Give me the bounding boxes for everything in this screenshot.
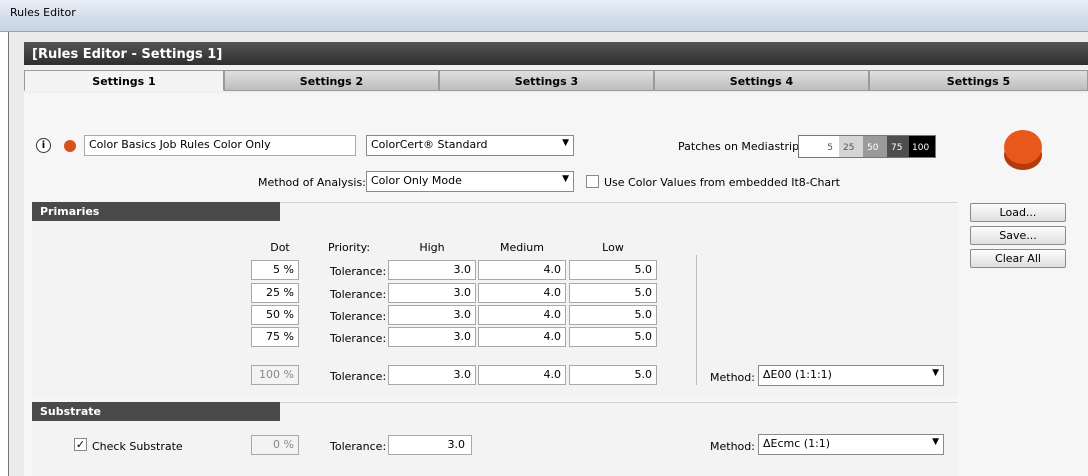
patch-100: 100 (909, 136, 935, 157)
save-button[interactable]: Save... (970, 226, 1066, 245)
dot-field[interactable]: 75 % (251, 327, 299, 347)
low-field[interactable]: 5.0 (569, 305, 657, 325)
tolerance-label: Tolerance: (330, 310, 387, 323)
primaries-method-select[interactable]: ΔE00 (1:1:1) ▼ (758, 365, 944, 386)
dot-field[interactable]: 5 % (251, 260, 299, 280)
patches-label: Patches on Mediastrip: (678, 140, 803, 153)
high-header: High (419, 241, 445, 254)
standard-select[interactable]: ColorCert® Standard ▼ (366, 135, 574, 156)
embedded-checkbox[interactable] (586, 175, 599, 188)
low-field[interactable]: 5.0 (569, 365, 657, 385)
low-field[interactable]: 5.0 (569, 283, 657, 303)
tab-settings-3[interactable]: Settings 3 (439, 70, 654, 91)
mediastrip: 5 25 50 75 100 (798, 135, 936, 158)
method-analysis-select[interactable]: Color Only Mode ▼ (366, 171, 574, 192)
tab-bar: Settings 1 Settings 2 Settings 3 Setting… (24, 65, 1088, 93)
low-field[interactable]: 5.0 (569, 260, 657, 280)
dot-field[interactable]: 50 % (251, 305, 299, 325)
substrate-title: Substrate (32, 402, 280, 421)
substrate-dot-field: 0 % (251, 435, 299, 455)
substrate-method-value: ΔEcmc (1:1) (763, 437, 831, 450)
chevron-down-icon: ▼ (562, 138, 569, 148)
high-field[interactable]: 3.0 (388, 305, 476, 325)
tolerance-label: Tolerance: (330, 440, 387, 453)
high-field[interactable]: 3.0 (388, 283, 476, 303)
info-icon[interactable]: i (36, 138, 51, 153)
medium-field[interactable]: 4.0 (478, 327, 566, 347)
standard-value: ColorCert® Standard (371, 138, 488, 151)
tab-settings-2[interactable]: Settings 2 (224, 70, 439, 91)
chevron-down-icon: ▼ (562, 174, 569, 184)
substrate-method-label: Method: (710, 440, 755, 453)
primaries-title: Primaries (32, 202, 280, 221)
clear-all-button[interactable]: Clear All (970, 249, 1066, 268)
job-name-field[interactable]: Color Basics Job Rules Color Only (84, 135, 356, 156)
chevron-down-icon: ▼ (932, 437, 939, 447)
os-title: Rules Editor (10, 6, 76, 19)
medium-field[interactable]: 4.0 (478, 283, 566, 303)
patch-75: 75 (887, 136, 909, 157)
medium-field[interactable]: 4.0 (478, 260, 566, 280)
dot-header: Dot (270, 241, 290, 254)
high-field[interactable]: 3.0 (388, 260, 476, 280)
low-header: Low (602, 241, 624, 254)
check-substrate-label: Check Substrate (92, 440, 183, 453)
medium-field[interactable]: 4.0 (478, 305, 566, 325)
method-analysis-value: Color Only Mode (371, 174, 462, 187)
tolerance-label: Tolerance: (330, 265, 387, 278)
dot-field[interactable]: 25 % (251, 283, 299, 303)
substrate-method-select[interactable]: ΔEcmc (1:1) ▼ (758, 434, 944, 455)
primaries-method-label: Method: (710, 371, 755, 384)
patch-5: 5 (799, 136, 839, 157)
tab-settings-1[interactable]: Settings 1 (24, 70, 224, 91)
editor-header: [Rules Editor - Settings 1] (24, 42, 1088, 65)
divider (696, 255, 697, 385)
high-field[interactable]: 3.0 (388, 365, 476, 385)
substrate-tolerance-field[interactable]: 3.0 (388, 435, 472, 455)
primaries-method-value: ΔE00 (1:1:1) (763, 368, 832, 381)
os-title-bar: Rules Editor (0, 0, 1088, 32)
medium-header: Medium (500, 241, 544, 254)
load-button[interactable]: Load... (970, 203, 1066, 222)
editor-title: [Rules Editor - Settings 1] (32, 47, 223, 62)
patch-25: 25 (839, 136, 863, 157)
patch-50: 50 (863, 136, 887, 157)
priority-header: Priority: (328, 241, 371, 254)
tolerance-label: Tolerance: (330, 370, 387, 383)
medium-field[interactable]: 4.0 (478, 365, 566, 385)
high-field[interactable]: 3.0 (388, 327, 476, 347)
low-field[interactable]: 5.0 (569, 327, 657, 347)
tolerance-label: Tolerance: (330, 332, 387, 345)
color-icon (64, 140, 76, 152)
embedded-checkbox-label: Use Color Values from embedded It8-Chart (604, 176, 840, 189)
method-analysis-label: Method of Analysis: (258, 176, 366, 189)
chevron-down-icon: ▼ (932, 368, 939, 378)
tab-settings-5[interactable]: Settings 5 (869, 70, 1088, 91)
solid-dot-field: 100 % (251, 365, 299, 385)
tolerance-label: Tolerance: (330, 288, 387, 301)
check-substrate-checkbox[interactable]: ✓ (74, 438, 87, 451)
tab-settings-4[interactable]: Settings 4 (654, 70, 869, 91)
color-disc-icon (1000, 126, 1046, 172)
